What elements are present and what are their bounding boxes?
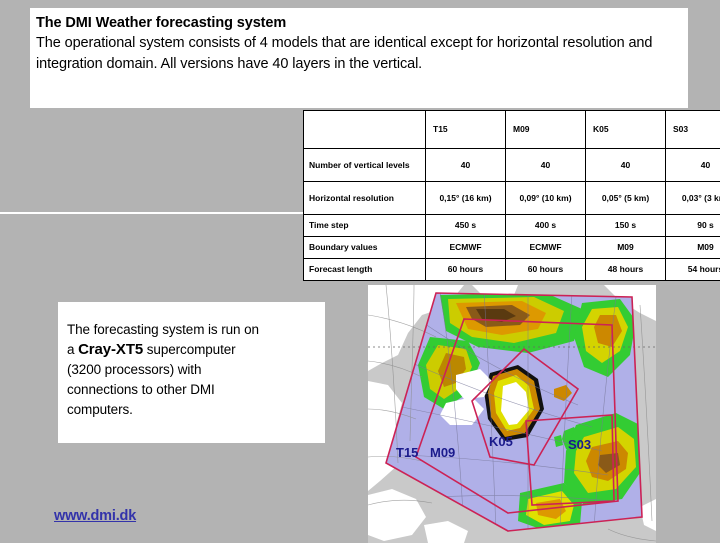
table-row: Horizontal resolution 0,15° (16 km) 0,09… xyxy=(304,182,720,215)
cell-horizontal-resolution-t15: 0,15° (16 km) xyxy=(426,182,506,215)
cell-vertical-levels-k05: 40 xyxy=(586,149,666,182)
cell-vertical-levels-m09: 40 xyxy=(506,149,586,182)
row-label-forecast-length: Forecast length xyxy=(304,259,426,281)
map-svg: T15 M09 K05 S03 xyxy=(368,285,656,543)
cell-boundary-values-k05: M09 xyxy=(586,237,666,259)
cell-boundary-values-t15: ECMWF xyxy=(426,237,506,259)
note-line-5: computers. xyxy=(67,400,317,420)
cell-vertical-levels-s03: 40 xyxy=(666,149,720,182)
row-label-vertical-levels: Number of vertical levels xyxy=(304,149,426,182)
table-row: Time step 450 s 400 s 150 s 90 s xyxy=(304,215,720,237)
map-label-k05: K05 xyxy=(489,434,513,449)
column-header-t15: T15 xyxy=(426,111,506,149)
model-specification-table: T15 M09 K05 S03 Number of vertical level… xyxy=(303,110,720,281)
map-label-s03: S03 xyxy=(568,437,591,452)
cell-time-step-t15: 450 s xyxy=(426,215,506,237)
cell-vertical-levels-t15: 40 xyxy=(426,149,506,182)
map-label-t15: T15 xyxy=(396,445,418,460)
cell-boundary-values-s03: M09 xyxy=(666,237,720,259)
cell-forecast-length-m09: 60 hours xyxy=(506,259,586,281)
cell-time-step-s03: 90 s xyxy=(666,215,720,237)
cell-forecast-length-k05: 48 hours xyxy=(586,259,666,281)
note-line-2-suffix: supercomputer xyxy=(143,342,235,357)
cell-time-step-k05: 150 s xyxy=(586,215,666,237)
cell-forecast-length-t15: 60 hours xyxy=(426,259,506,281)
column-header-k05: K05 xyxy=(586,111,666,149)
dmi-website-link[interactable]: www.dmi.dk xyxy=(54,508,136,524)
cell-horizontal-resolution-k05: 0,05° (5 km) xyxy=(586,182,666,215)
map-label-m09: M09 xyxy=(430,445,455,460)
cell-horizontal-resolution-m09: 0,09° (10 km) xyxy=(506,182,586,215)
page-title: The DMI Weather forecasting system xyxy=(36,14,678,33)
cell-time-step-m09: 400 s xyxy=(506,215,586,237)
cell-boundary-values-m09: ECMWF xyxy=(506,237,586,259)
cell-horizontal-resolution-s03: 0,03° (3 km) xyxy=(666,182,720,215)
header-description: The operational system consists of 4 mod… xyxy=(36,33,678,75)
row-label-time-step: Time step xyxy=(304,215,426,237)
table-corner-cell xyxy=(304,111,426,149)
note-computer-name: Cray-XT5 xyxy=(78,341,143,358)
note-line-4: connections to other DMI xyxy=(67,380,317,400)
cell-forecast-length-s03: 54 hours xyxy=(666,259,720,281)
table-row: Boundary values ECMWF ECMWF M09 M09 xyxy=(304,237,720,259)
row-label-horizontal-resolution: Horizontal resolution xyxy=(304,182,426,215)
supercomputer-note-panel: The forecasting system is run on a Cray-… xyxy=(58,302,325,443)
row-label-boundary-values: Boundary values xyxy=(304,237,426,259)
table-row: Number of vertical levels 40 40 40 40 xyxy=(304,149,720,182)
table-header-row: T15 M09 K05 S03 xyxy=(304,111,720,149)
note-line-2: a Cray-XT5 supercomputer xyxy=(67,340,317,360)
header-panel: The DMI Weather forecasting system The o… xyxy=(30,8,688,108)
table-row: Forecast length 60 hours 60 hours 48 hou… xyxy=(304,259,720,281)
column-header-s03: S03 xyxy=(666,111,720,149)
model-domain-map: T15 M09 K05 S03 xyxy=(368,285,656,543)
note-line-2-prefix: a xyxy=(67,342,78,357)
column-header-m09: M09 xyxy=(506,111,586,149)
note-line-3: (3200 processors) with xyxy=(67,360,317,380)
note-line-1: The forecasting system is run on xyxy=(67,320,317,340)
